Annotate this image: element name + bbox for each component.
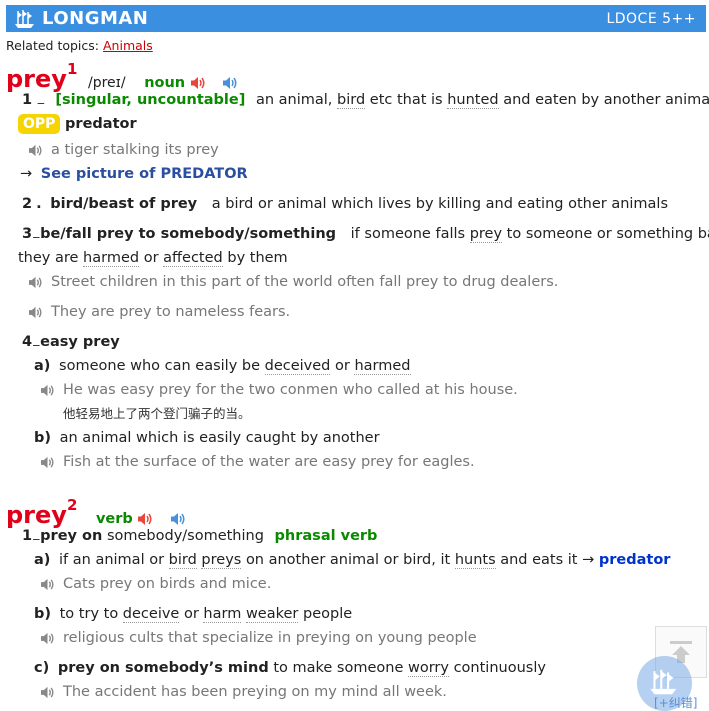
word-link[interactable]: preys — [201, 552, 242, 569]
sense-4-heading: 4⚊easy prey — [22, 334, 120, 350]
entry1-pos: noun — [144, 75, 186, 91]
lexical-unit: be/fall prey to somebody/something — [40, 226, 337, 242]
ship-logo-icon — [15, 9, 34, 28]
phrasal-verb-label: phrasal verb — [274, 528, 378, 544]
subsense-c: c) prey on somebody’s mind to make someo… — [34, 660, 546, 677]
speaker-british-icon[interactable] — [137, 512, 153, 526]
arrow-icon: → — [20, 166, 33, 182]
logo: LONGMAN — [14, 8, 148, 29]
lexical-unit: bird/beast of prey — [50, 196, 198, 212]
related-topics-label: Related topics: — [6, 38, 99, 53]
word-link[interactable]: harmed — [354, 358, 411, 375]
phrasal-verb: prey on — [40, 528, 103, 544]
word-link[interactable]: deceived — [264, 358, 331, 375]
subsense-a: a) if an animal or bird preys on another… — [34, 552, 671, 569]
cross-reference: → See picture of PREDATOR — [20, 164, 248, 184]
example-speaker-icon[interactable] — [40, 384, 55, 397]
example-sentence: They are prey to nameless fears. — [28, 302, 290, 322]
lexical-unit: easy prey — [40, 334, 120, 350]
predator-link[interactable]: predator — [599, 552, 671, 568]
example-translation: 他轻易地上了两个登门骗子的当。 — [63, 406, 251, 421]
example-sentence: religious cults that specialize in preyi… — [40, 628, 477, 648]
example-speaker-icon[interactable] — [40, 686, 55, 699]
word-link[interactable]: worry — [407, 660, 449, 677]
sense-1-definition: 1 ⚊ [singular, uncountable] an animal, b… — [22, 92, 709, 109]
speaker-british-icon[interactable] — [190, 76, 206, 90]
example-speaker-icon[interactable] — [28, 144, 43, 157]
ship-logo-icon — [650, 669, 677, 695]
example-sentence: a tiger stalking its prey — [28, 140, 219, 160]
example-speaker-icon[interactable] — [40, 632, 55, 645]
sense-3-definition-cont: they are harmed or affected by them — [18, 250, 288, 267]
example-speaker-icon[interactable] — [40, 456, 55, 469]
word-link[interactable]: hunted — [447, 92, 499, 109]
speaker-american-icon[interactable] — [170, 512, 186, 526]
example-sentence: The accident has been preying on my mind… — [40, 682, 447, 702]
header-bar: LONGMAN LDOCE 5++ — [6, 5, 706, 32]
word-link[interactable]: bird — [337, 92, 366, 109]
word-link[interactable]: affected — [163, 250, 223, 267]
example-sentence: Street children in this part of the worl… — [28, 272, 558, 292]
subsense-b: b) an animal which is easily caught by a… — [34, 430, 380, 446]
entry1-headword: prey1 — [6, 60, 78, 93]
related-topic-link[interactable]: Animals — [103, 38, 153, 53]
subsense-a: a) someone who can easily be deceived or… — [34, 358, 411, 375]
sense-1-opposite: OPP predator — [18, 114, 137, 134]
example-speaker-icon[interactable] — [28, 276, 43, 289]
opposite-badge: OPP — [18, 114, 61, 134]
entry1-pronunciation: /preɪ/ — [87, 75, 126, 91]
word-link[interactable]: hunts — [454, 552, 496, 569]
example-sentence: He was easy prey for the two conmen who … — [40, 380, 518, 400]
brand-name: LONGMAN — [42, 8, 149, 29]
sense-2-definition: 2. bird/beast of prey a bird or animal w… — [22, 196, 669, 212]
word-link[interactable]: prey — [469, 226, 503, 243]
sense-dash: ⚊ — [36, 97, 45, 107]
sense-number: 1 — [22, 92, 33, 108]
entry2-pos: verb — [95, 511, 133, 527]
phrasal-verb-heading: 1⚊prey on somebody/something phrasal ver… — [22, 528, 378, 544]
example-speaker-icon[interactable] — [28, 306, 43, 319]
grammar-code: [singular, uncountable] — [55, 92, 246, 108]
sense-3-definition: 3⚊be/fall prey to somebody/something if … — [22, 226, 709, 243]
related-topics: Related topics: Animals — [6, 36, 153, 56]
see-picture-link[interactable]: See picture of PREDATOR — [41, 166, 248, 182]
subsense-b: b) to try to deceive or harm weaker peop… — [34, 606, 353, 623]
word-link[interactable]: deceive — [122, 606, 180, 623]
arrow-icon: → — [582, 552, 595, 568]
example-speaker-icon[interactable] — [40, 578, 55, 591]
word-link[interactable]: harmed — [83, 250, 140, 267]
word-link[interactable]: harm — [203, 606, 242, 623]
lexical-unit: prey on somebody’s mind — [57, 660, 269, 676]
word-link[interactable]: bird — [168, 552, 197, 569]
edition-label: LDOCE 5++ — [606, 10, 696, 27]
word-link[interactable]: weaker — [245, 606, 299, 623]
entry2-headword: prey2 — [6, 496, 78, 529]
example-sentence: Cats prey on birds and mice. — [40, 574, 271, 594]
report-error-link[interactable]: [+纠错] — [654, 694, 697, 711]
opposite-word[interactable]: predator — [65, 116, 137, 132]
example-sentence: Fish at the surface of the water are eas… — [40, 452, 475, 472]
speaker-american-icon[interactable] — [222, 76, 238, 90]
